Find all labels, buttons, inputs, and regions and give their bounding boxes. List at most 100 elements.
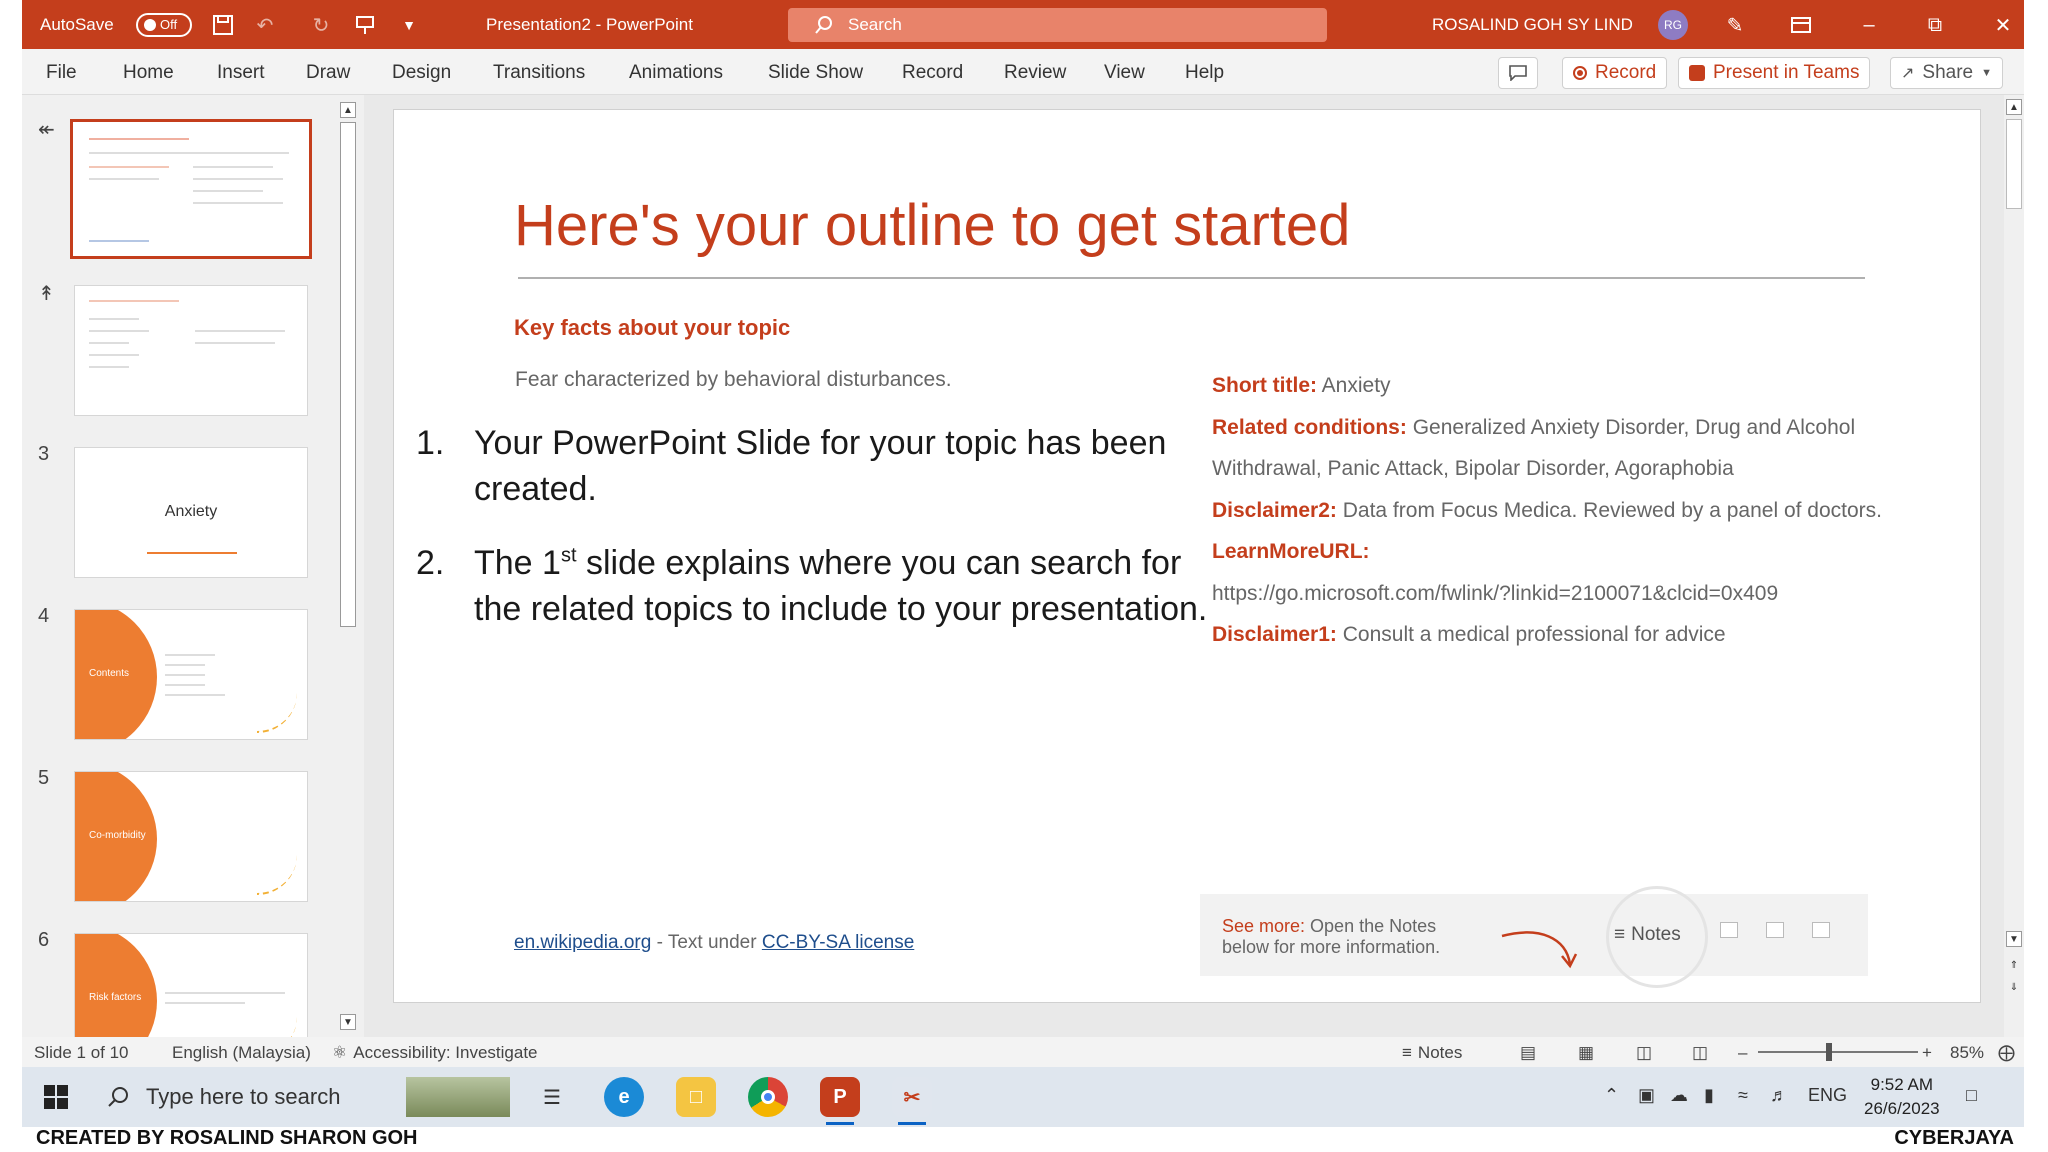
file-explorer-icon[interactable]: □: [676, 1077, 716, 1117]
normal-view-icon: [1720, 922, 1738, 938]
onedrive-icon[interactable]: ☁: [1670, 1085, 1688, 1106]
ribbon-display-icon[interactable]: [1788, 12, 1814, 38]
reading-view-icon: [1812, 922, 1830, 938]
scroll-up-icon[interactable]: ▲: [340, 102, 356, 118]
notes-toggle[interactable]: ≡ Notes: [1402, 1043, 1462, 1063]
zoom-level[interactable]: 85%: [1950, 1043, 1984, 1063]
zoom-slider-knob[interactable]: [1826, 1043, 1832, 1061]
canvas-scrollbar[interactable]: ▲ ▼ ⇑ ⇓: [2004, 95, 2024, 1037]
reading-view-icon[interactable]: ◫: [1636, 1043, 1652, 1063]
slide-thumbnail-5[interactable]: Co-morbidity: [74, 771, 308, 902]
scroll-down-icon[interactable]: ▼: [2006, 931, 2022, 947]
input-language[interactable]: ENG: [1808, 1085, 1847, 1106]
thumbnail-scrollbar[interactable]: ▲ ▼: [336, 100, 360, 1035]
share-button[interactable]: ↗ Share ▼: [1890, 57, 2003, 89]
tab-insert[interactable]: Insert: [217, 62, 265, 84]
tab-animations[interactable]: Animations: [629, 62, 723, 84]
slide-sorter-icon[interactable]: ▦: [1578, 1043, 1594, 1063]
scrollbar-thumb[interactable]: [340, 122, 356, 627]
tab-draw[interactable]: Draw: [306, 62, 350, 84]
presenter-icon[interactable]: [352, 12, 378, 38]
show-hidden-icons[interactable]: ⌃: [1604, 1085, 1619, 1106]
clock-date: 26/6/2023: [1864, 1099, 1940, 1118]
chevron-down-icon: ▼: [1981, 67, 1992, 79]
scrollbar-thumb[interactable]: [2006, 119, 2022, 209]
tab-record[interactable]: Record: [902, 62, 963, 84]
tab-slide-show[interactable]: Slide Show: [768, 62, 863, 84]
search-icon: [815, 16, 832, 34]
tab-review[interactable]: Review: [1004, 62, 1066, 84]
zoom-in-icon[interactable]: +: [1922, 1043, 1932, 1063]
slideshow-icon[interactable]: ◫: [1692, 1043, 1708, 1063]
close-icon[interactable]: ✕: [1990, 12, 2016, 38]
record-button[interactable]: Record: [1562, 57, 1668, 89]
scroll-down-icon[interactable]: ▼: [340, 1014, 356, 1030]
slide-thumbnail-3[interactable]: Anxiety: [74, 447, 308, 578]
present-in-teams-button[interactable]: Present in Teams: [1678, 57, 1871, 89]
slide-hidden-icon-2: ↟: [38, 283, 55, 305]
topic-info-block[interactable]: Short title: Anxiety Related conditions:…: [1212, 365, 1892, 656]
slide-fact-text[interactable]: Fear characterized by behavioral disturb…: [515, 368, 952, 392]
normal-view-icon[interactable]: ▤: [1520, 1043, 1536, 1063]
customize-icon[interactable]: ▼: [396, 12, 422, 38]
see-more-callout: See more: Open the Notes below for more i…: [1200, 886, 1868, 988]
wikipedia-link[interactable]: en.wikipedia.org: [514, 932, 651, 953]
task-view-icon[interactable]: ☰: [532, 1077, 572, 1117]
volume-icon[interactable]: ♬: [1770, 1085, 1788, 1106]
powerpoint-icon[interactable]: P: [820, 1077, 860, 1125]
tab-home[interactable]: Home: [123, 62, 174, 84]
pen-icon[interactable]: ✎: [1722, 12, 1748, 38]
search-box[interactable]: Search: [788, 8, 1327, 42]
minimize-icon[interactable]: –: [1856, 12, 1882, 38]
list-text: Your PowerPoint Slide for your topic has…: [474, 424, 1167, 508]
accessibility-checker[interactable]: ⚛ Accessibility: Investigate: [332, 1043, 538, 1063]
slide-subtitle[interactable]: Key facts about your topic: [514, 315, 790, 341]
numbered-list[interactable]: 1. Your PowerPoint Slide for your topic …: [416, 420, 1216, 660]
search-icon: [108, 1087, 128, 1107]
license-link[interactable]: CC-BY-SA license: [762, 932, 914, 953]
slide-thumbnail-4[interactable]: Contents: [74, 609, 308, 740]
fit-to-window-icon[interactable]: ⨁: [1998, 1043, 2015, 1063]
restore-icon[interactable]: ⧉: [1922, 12, 1948, 38]
previous-slide-icon[interactable]: ⇑: [2006, 957, 2022, 973]
next-slide-icon[interactable]: ⇓: [2006, 979, 2022, 995]
wifi-icon[interactable]: ≈: [1738, 1085, 1748, 1106]
current-slide[interactable]: Here's your outline to get started Key f…: [394, 110, 1980, 1002]
save-icon[interactable]: [210, 12, 236, 38]
undo-icon[interactable]: ↶: [252, 12, 278, 38]
redo-icon[interactable]: ↻: [308, 12, 334, 38]
search-highlight-image: [406, 1077, 510, 1117]
notifications-icon[interactable]: □: [1966, 1085, 1977, 1106]
tab-file[interactable]: File: [46, 62, 77, 84]
battery-icon[interactable]: ▮: [1704, 1085, 1714, 1106]
meet-now-icon[interactable]: ▣: [1638, 1085, 1655, 1106]
tab-transitions[interactable]: Transitions: [493, 62, 585, 84]
scroll-up-icon[interactable]: ▲: [2006, 99, 2022, 115]
zoom-slider[interactable]: [1758, 1051, 1918, 1053]
tab-design[interactable]: Design: [392, 62, 451, 84]
share-icon: ↗: [1901, 65, 1915, 82]
list-text: The 1st slide explains where you can sea…: [474, 544, 1208, 628]
zoom-out-icon[interactable]: –: [1738, 1043, 1747, 1063]
windows-start-icon[interactable]: [44, 1085, 68, 1109]
slide-number-3: 3: [38, 443, 50, 465]
comment-icon: [1509, 65, 1527, 81]
slide-title[interactable]: Here's your outline to get started: [514, 192, 1350, 259]
present-teams-label: Present in Teams: [1713, 62, 1860, 83]
taskbar-search-placeholder: Type here to search: [146, 1084, 341, 1109]
tab-help[interactable]: Help: [1185, 62, 1224, 84]
snipping-tool-icon[interactable]: ✂: [892, 1077, 932, 1125]
edge-icon[interactable]: e: [604, 1077, 644, 1117]
learn-more-label: LearnMoreURL:: [1212, 540, 1370, 563]
list-number: 1.: [416, 424, 445, 462]
autosave-toggle[interactable]: Off: [128, 0, 192, 49]
tab-view[interactable]: View: [1104, 62, 1145, 84]
user-name: ROSALIND GOH SY LIND: [1432, 14, 1633, 34]
chrome-icon[interactable]: [748, 1077, 788, 1117]
system-clock[interactable]: 9:52 AM 26/6/2023: [1864, 1073, 1940, 1121]
comments-button[interactable]: [1498, 57, 1538, 89]
language-indicator[interactable]: English (Malaysia): [172, 1043, 311, 1063]
avatar[interactable]: RG: [1658, 10, 1688, 40]
slide-thumbnail-1[interactable]: [70, 119, 312, 259]
slide-thumbnail-2[interactable]: [74, 285, 308, 416]
